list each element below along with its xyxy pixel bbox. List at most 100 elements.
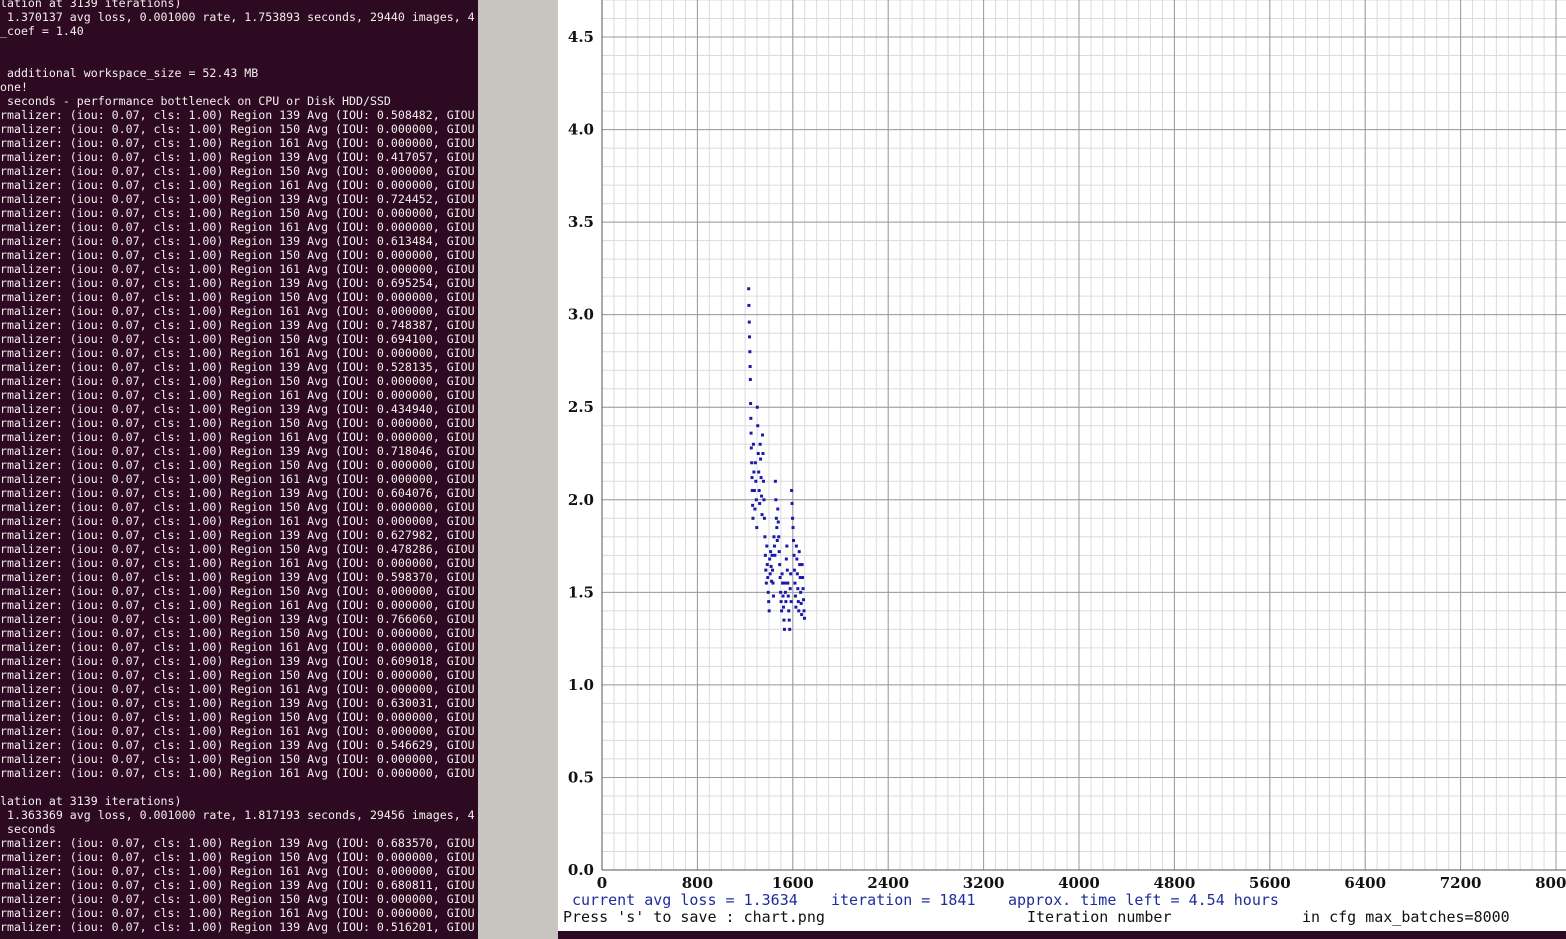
data-point <box>754 479 758 483</box>
data-point <box>755 405 759 409</box>
data-point <box>758 501 762 505</box>
terminal-line: seconds <box>0 822 56 836</box>
terminal-line: lation at 3139 iterations) <box>0 0 182 10</box>
data-point <box>747 320 751 324</box>
terminal-line: rmalizer: (iou: 0.07, cls: 1.00) Region … <box>0 150 475 164</box>
y-tick-label: 2.5 <box>568 398 594 416</box>
data-point <box>774 498 778 502</box>
data-point <box>784 557 788 561</box>
terminal-line: rmalizer: (iou: 0.07, cls: 1.00) Region … <box>0 612 475 626</box>
data-point <box>797 550 801 554</box>
data-point <box>801 576 805 580</box>
data-point <box>762 498 766 502</box>
terminal-line: rmalizer: (iou: 0.07, cls: 1.00) Region … <box>0 262 475 276</box>
data-point <box>758 442 762 446</box>
data-point <box>786 581 790 585</box>
data-point <box>780 572 784 576</box>
data-point <box>775 539 779 543</box>
loss-points <box>747 287 806 631</box>
x-axis-title: Iteration number <box>1027 908 1172 926</box>
data-point <box>786 594 790 598</box>
x-tick-label: 4000 <box>1058 874 1100 892</box>
data-point <box>796 600 800 604</box>
data-point <box>777 550 781 554</box>
data-point <box>759 476 763 480</box>
data-point <box>790 489 794 493</box>
data-point <box>792 539 796 543</box>
data-point <box>775 526 779 530</box>
data-point <box>802 616 806 620</box>
terminal-line: rmalizer: (iou: 0.07, cls: 1.00) Region … <box>0 500 475 514</box>
data-point <box>764 568 768 572</box>
data-point <box>800 563 804 567</box>
data-point <box>793 581 797 585</box>
y-tick-label: 1.5 <box>568 583 594 601</box>
data-point <box>751 503 755 507</box>
loss-chart: 0.0 0.5 1.0 1.5 2.0 2.5 3.0 3.5 4.0 4.5 0 800 1600 2… <box>568 0 1566 892</box>
data-point <box>787 609 791 613</box>
terminal-line: additional workspace_size = 52.43 MB <box>0 66 259 80</box>
terminal-line: rmalizer: (iou: 0.07, cls: 1.00) Region … <box>0 346 475 360</box>
data-point <box>779 590 783 594</box>
terminal-bottom-strip <box>558 931 1566 939</box>
terminal-line: rmalizer: (iou: 0.07, cls: 1.00) Region … <box>0 220 475 234</box>
data-point <box>761 452 765 456</box>
terminal-line: rmalizer: (iou: 0.07, cls: 1.00) Region … <box>0 276 475 290</box>
terminal-line: rmalizer: (iou: 0.07, cls: 1.00) Region … <box>0 598 475 612</box>
terminal-line: rmalizer: (iou: 0.07, cls: 1.00) Region … <box>0 136 475 150</box>
y-tick-label: 0.0 <box>568 861 594 879</box>
data-point <box>771 594 775 598</box>
data-point <box>785 544 789 548</box>
terminal-line: rmalizer: (iou: 0.07, cls: 1.00) Region … <box>0 906 475 920</box>
terminal-line: rmalizer: (iou: 0.07, cls: 1.00) Region … <box>0 584 475 598</box>
terminal-line: rmalizer: (iou: 0.07, cls: 1.00) Region … <box>0 850 475 864</box>
terminal-output: lation at 3139 iterations) 1.370137 avg … <box>0 0 478 934</box>
x-tick-label: 4800 <box>1154 874 1196 892</box>
data-point <box>749 402 753 406</box>
data-point <box>785 568 789 572</box>
terminal-line: rmalizer: (iou: 0.07, cls: 1.00) Region … <box>0 402 475 416</box>
terminal-line: rmalizer: (iou: 0.07, cls: 1.00) Region … <box>0 430 475 444</box>
data-point <box>747 287 751 291</box>
data-point <box>768 572 772 576</box>
terminal-line: rmalizer: (iou: 0.07, cls: 1.00) Region … <box>0 304 475 318</box>
terminal-line: rmalizer: (iou: 0.07, cls: 1.00) Region … <box>0 486 475 500</box>
window-gap <box>478 0 558 939</box>
terminal-line: rmalizer: (iou: 0.07, cls: 1.00) Region … <box>0 234 475 248</box>
data-point <box>749 416 753 420</box>
y-tick-label: 4.5 <box>568 28 594 46</box>
terminal-line: rmalizer: (iou: 0.07, cls: 1.00) Region … <box>0 710 475 724</box>
y-tick-label: 3.5 <box>568 213 594 231</box>
data-point <box>748 350 752 354</box>
data-point <box>783 590 787 594</box>
data-point <box>763 535 767 539</box>
data-point <box>762 516 766 520</box>
data-point <box>748 365 752 369</box>
current-avg-loss: current avg loss = 1.3634 <box>572 891 798 909</box>
data-point <box>760 513 764 517</box>
terminal-line: rmalizer: (iou: 0.07, cls: 1.00) Region … <box>0 318 475 332</box>
data-point <box>764 581 768 585</box>
terminal-line: rmalizer: (iou: 0.07, cls: 1.00) Region … <box>0 332 475 346</box>
data-point <box>778 576 782 580</box>
terminal-line: rmalizer: (iou: 0.07, cls: 1.00) Region … <box>0 416 475 430</box>
terminal-window[interactable]: lation at 3139 iterations) 1.370137 avg … <box>0 0 478 939</box>
data-point <box>769 564 773 568</box>
data-point <box>772 535 776 539</box>
loss-chart-window[interactable]: 0.0 0.5 1.0 1.5 2.0 2.5 3.0 3.5 4.0 4.5 0 800 1600 2… <box>558 0 1566 939</box>
terminal-line: rmalizer: (iou: 0.07, cls: 1.00) Region … <box>0 192 475 206</box>
data-point <box>796 587 800 591</box>
terminal-line: rmalizer: (iou: 0.07, cls: 1.00) Region … <box>0 556 475 570</box>
data-point <box>789 572 793 576</box>
data-point <box>802 609 806 613</box>
data-point <box>792 553 796 557</box>
data-point <box>797 609 801 613</box>
y-tick-labels: 0.0 0.5 1.0 1.5 2.0 2.5 3.0 3.5 4.0 4.5 <box>568 28 594 879</box>
data-point <box>787 618 791 622</box>
data-point <box>765 563 769 567</box>
terminal-line: seconds - performance bottleneck on CPU … <box>0 94 391 108</box>
x-tick-label: 2400 <box>867 874 909 892</box>
data-point <box>771 581 775 585</box>
